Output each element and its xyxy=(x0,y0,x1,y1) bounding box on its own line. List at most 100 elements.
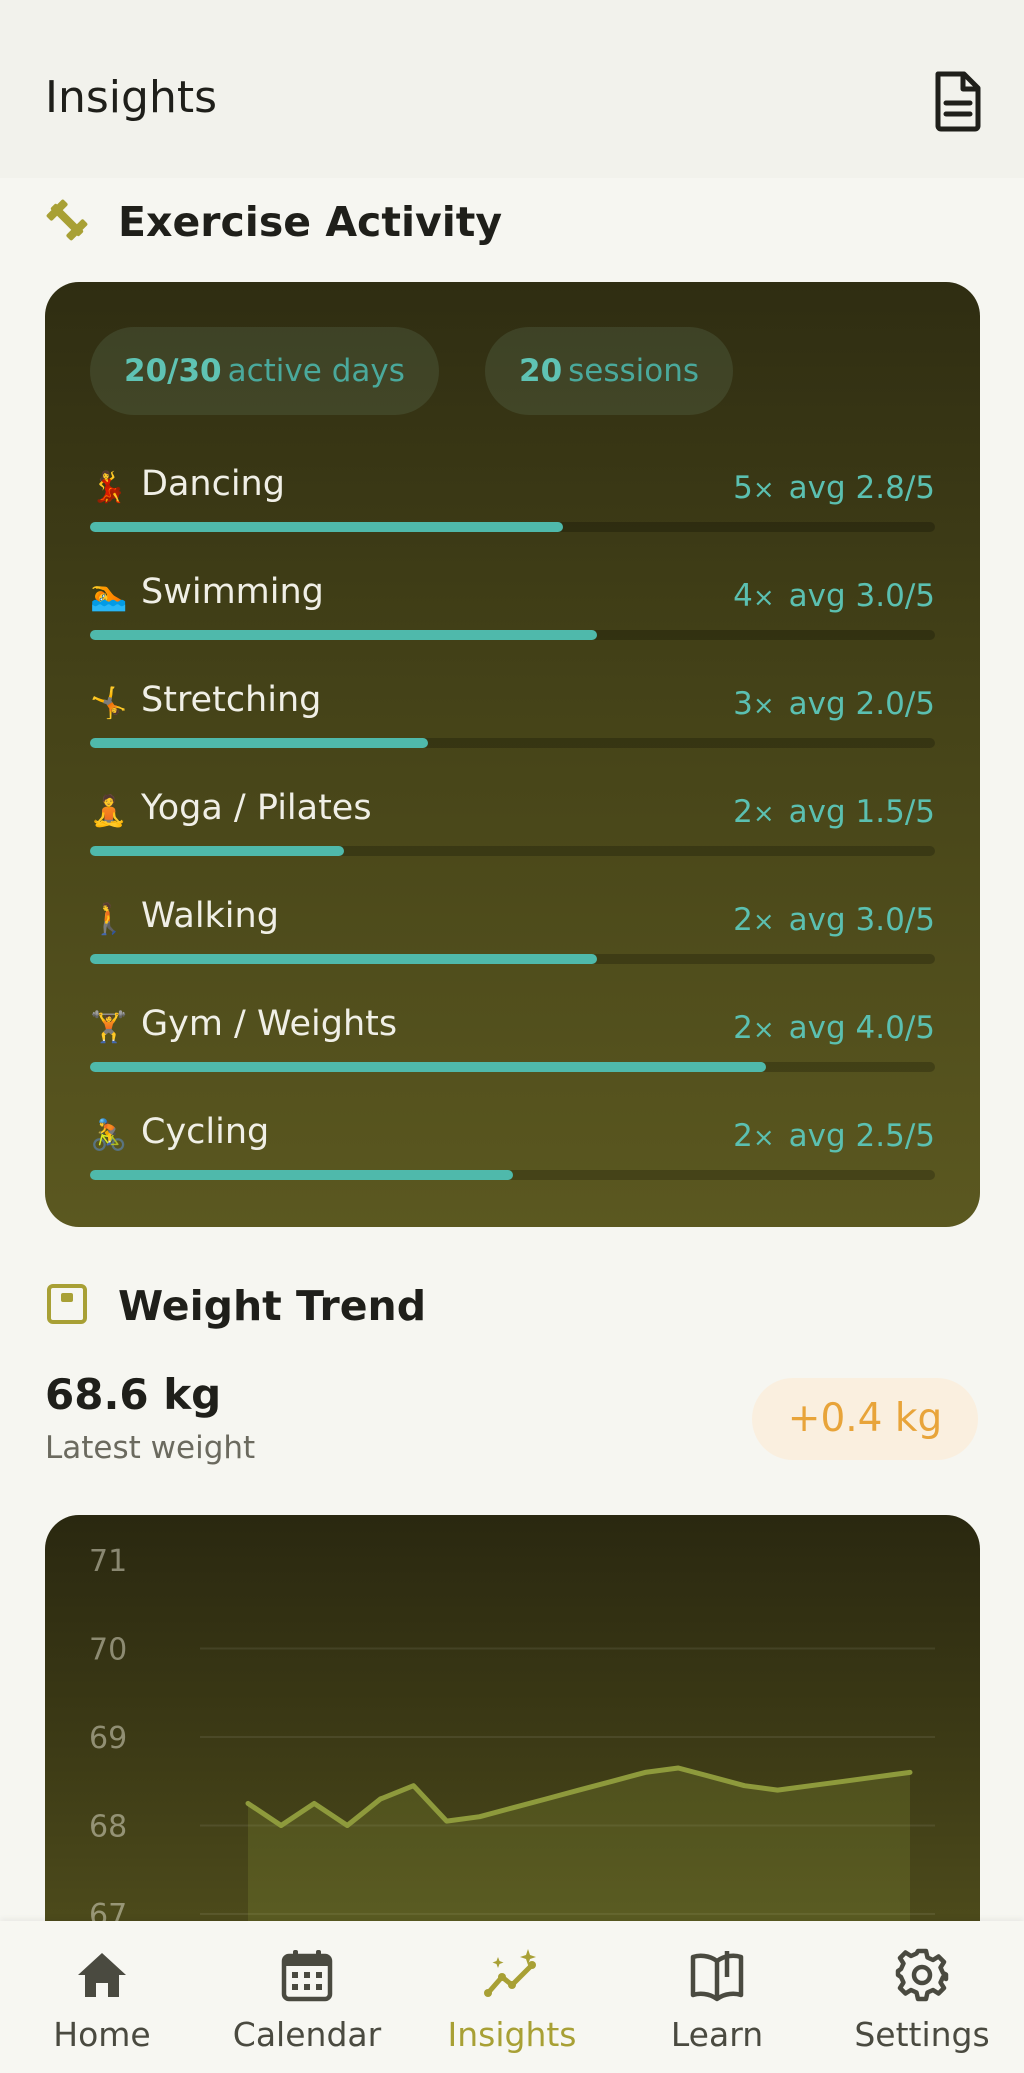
exercise-name: Dancing xyxy=(141,464,285,504)
count-suffix: × xyxy=(752,691,775,721)
exercise-progress-fill xyxy=(90,738,428,748)
app-header: Insights xyxy=(0,0,1024,178)
swimming-icon: 🏊 xyxy=(90,578,128,613)
weight-section-heading: Weight Trend xyxy=(45,1274,945,1334)
active-days-value: 20/30 xyxy=(124,353,222,389)
nav-learn-label: Learn xyxy=(670,2015,764,2054)
exercise-row-gym: 🏋 Gym / Weights 2× avg 4.0/5 xyxy=(90,1004,935,1104)
nav-calendar-label: Calendar xyxy=(232,2015,382,2054)
exercise-progress-track xyxy=(90,1170,935,1180)
count-suffix: × xyxy=(752,1015,775,1045)
latest-weight-label: Latest weight xyxy=(45,1430,256,1466)
exercise-progress-track xyxy=(90,846,935,856)
exercise-count: 2 xyxy=(733,1118,753,1154)
exercise-count: 2 xyxy=(733,794,753,830)
exercise-stats: 2× avg 3.0/5 xyxy=(733,902,935,938)
y-tick-label: 70 xyxy=(89,1633,127,1668)
nav-calendar[interactable]: Calendar xyxy=(205,1921,409,2073)
y-tick-label: 68 xyxy=(89,1810,127,1845)
exercise-avg: avg 3.0/5 xyxy=(788,902,935,938)
calendar-icon xyxy=(281,1950,333,2002)
exercise-avg: avg 1.5/5 xyxy=(788,794,935,830)
dancing-icon: 💃 xyxy=(90,470,128,505)
yoga-icon: 🧘 xyxy=(90,794,128,829)
active-days-badge: 20/30 active days xyxy=(90,327,439,415)
exercise-avg: avg 3.0/5 xyxy=(788,578,935,614)
exercise-name: Gym / Weights xyxy=(141,1004,398,1044)
exercise-progress-track xyxy=(90,954,935,964)
exercise-avg: avg 2.0/5 xyxy=(788,686,935,722)
nav-insights-label: Insights xyxy=(447,2015,577,2054)
exercise-count: 2 xyxy=(733,902,753,938)
exercise-section-title: Exercise Activity xyxy=(118,198,503,246)
exercise-stats: 2× avg 1.5/5 xyxy=(733,794,935,830)
sessions-unit: sessions xyxy=(568,353,700,389)
sessions-badge: 20 sessions xyxy=(485,327,734,415)
count-suffix: × xyxy=(752,583,775,613)
count-suffix: × xyxy=(752,907,775,937)
scale-icon xyxy=(47,1284,87,1324)
weight-change-badge: +0.4 kg xyxy=(752,1378,978,1460)
nav-settings[interactable]: Settings xyxy=(820,1921,1024,2073)
exercise-progress-fill xyxy=(90,630,597,640)
exercise-progress-fill xyxy=(90,954,597,964)
cycling-icon: 🚴 xyxy=(90,1118,128,1153)
nav-settings-label: Settings xyxy=(854,2015,990,2054)
count-suffix: × xyxy=(752,1123,775,1153)
exercise-avg: avg 2.5/5 xyxy=(788,1118,935,1154)
nav-home[interactable]: Home xyxy=(0,1921,204,2073)
exercise-name: Swimming xyxy=(141,572,324,612)
exercise-stats: 3× avg 2.0/5 xyxy=(733,686,935,722)
exercise-avg: avg 4.0/5 xyxy=(788,1010,935,1046)
bottom-navigation: Home Calendar Insights Learn Settings xyxy=(0,1921,1024,2073)
nav-home-label: Home xyxy=(53,2015,151,2054)
insights-screen: Insights Exercise Activity 20/30 active d… xyxy=(0,0,1024,2073)
exercise-name: Yoga / Pilates xyxy=(141,788,372,828)
exercise-avg: avg 2.8/5 xyxy=(788,470,935,506)
count-suffix: × xyxy=(752,475,775,505)
exercise-activity-card: 20/30 active days 20 sessions 💃 Dancing 5× av… xyxy=(45,282,980,1227)
book-icon xyxy=(690,1951,744,2002)
exercise-row-yoga: 🧘 Yoga / Pilates 2× avg 1.5/5 xyxy=(90,788,935,888)
exercise-stats: 2× avg 4.0/5 xyxy=(733,1010,935,1046)
exercise-progress-fill xyxy=(90,846,344,856)
exercise-progress-fill xyxy=(90,1062,766,1072)
count-suffix: × xyxy=(752,799,775,829)
gear-icon xyxy=(895,1948,949,2002)
exercise-row-swimming: 🏊 Swimming 4× avg 3.0/5 xyxy=(90,572,935,672)
exercise-progress-track xyxy=(90,522,935,532)
exercise-progress-fill xyxy=(90,1170,513,1180)
exercise-progress-track xyxy=(90,738,935,748)
exercise-row-cycling: 🚴 Cycling 2× avg 2.5/5 xyxy=(90,1112,935,1212)
exercise-count: 5 xyxy=(733,470,753,506)
exercise-progress-track xyxy=(90,1062,935,1072)
dumbbell-icon xyxy=(46,199,88,241)
insights-icon xyxy=(484,1949,536,1997)
weight-section-title: Weight Trend xyxy=(118,1282,427,1330)
exercise-row-dancing: 💃 Dancing 5× avg 2.8/5 xyxy=(90,464,935,564)
exercise-count: 2 xyxy=(733,1010,753,1046)
nav-learn[interactable]: Learn xyxy=(615,1921,819,2073)
report-button[interactable] xyxy=(930,70,986,132)
exercise-name: Walking xyxy=(141,896,279,936)
exercise-name: Stretching xyxy=(141,680,322,720)
exercise-count: 3 xyxy=(733,686,753,722)
nav-insights[interactable]: Insights xyxy=(410,1921,614,2073)
exercise-name: Cycling xyxy=(141,1112,270,1152)
latest-weight-value: 68.6 kg xyxy=(45,1370,222,1419)
exercise-section-heading: Exercise Activity xyxy=(45,190,945,250)
exercise-stats: 4× avg 3.0/5 xyxy=(733,578,935,614)
y-tick-label: 71 xyxy=(89,1544,127,1579)
document-icon xyxy=(935,71,981,132)
home-icon xyxy=(78,1953,126,1997)
exercise-count: 4 xyxy=(733,578,753,614)
exercise-row-stretching: 🤸 Stretching 3× avg 2.0/5 xyxy=(90,680,935,780)
exercise-progress-track xyxy=(90,630,935,640)
stretching-icon: 🤸 xyxy=(90,686,128,721)
sessions-value: 20 xyxy=(519,353,563,389)
exercise-row-walking: 🚶 Walking 2× avg 3.0/5 xyxy=(90,896,935,996)
walking-icon: 🚶 xyxy=(90,902,128,937)
exercise-stats: 5× avg 2.8/5 xyxy=(733,470,935,506)
active-days-unit: active days xyxy=(227,353,405,389)
gym-icon: 🏋 xyxy=(90,1010,128,1045)
